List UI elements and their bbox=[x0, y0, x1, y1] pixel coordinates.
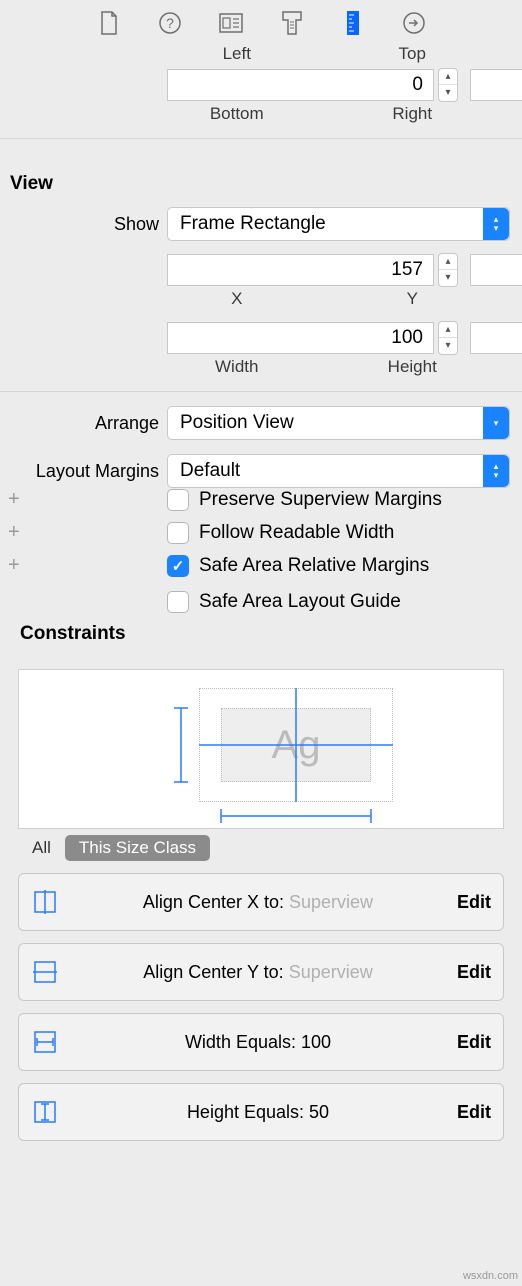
width-input[interactable] bbox=[167, 322, 434, 354]
safe-area-relative-margins-checkbox[interactable]: ✓ bbox=[167, 555, 189, 577]
constraint-desc: Height Equals: 50 bbox=[73, 1102, 443, 1123]
constraint-row[interactable]: Height Equals: 50 Edit bbox=[18, 1083, 504, 1141]
edit-button[interactable]: Edit bbox=[457, 1032, 491, 1053]
constraint-desc: Align Center X to: Superview bbox=[73, 892, 443, 913]
view-section-title: View bbox=[0, 153, 522, 203]
layout-margins-label: Layout Margins bbox=[0, 461, 167, 482]
bottom-label: Bottom bbox=[167, 104, 335, 124]
show-label: Show bbox=[0, 214, 167, 235]
width-constraint-icon bbox=[31, 1028, 59, 1056]
segment-this-size-class[interactable]: This Size Class bbox=[65, 835, 210, 861]
watermark: wsxdn.com bbox=[463, 1270, 518, 1282]
safe-relative-label: Safe Area Relative Margins bbox=[199, 555, 429, 577]
height-label: Height bbox=[335, 357, 511, 377]
constraints-title: Constraints bbox=[0, 613, 522, 651]
inset-value-1[interactable] bbox=[167, 69, 434, 101]
arrange-label: Arrange bbox=[0, 413, 167, 434]
y-label: Y bbox=[335, 289, 511, 309]
stepper[interactable]: ▴▾ bbox=[438, 68, 458, 102]
readable-label: Follow Readable Width bbox=[199, 522, 394, 544]
height-constraint-icon bbox=[31, 1098, 59, 1126]
stepper[interactable]: ▴▾ bbox=[438, 253, 458, 287]
help-inspector-icon[interactable]: ? bbox=[157, 10, 183, 36]
x-label: X bbox=[167, 289, 335, 309]
left-label: Left bbox=[167, 44, 335, 64]
constraint-row[interactable]: Align Center X to: Superview Edit bbox=[18, 873, 504, 931]
edit-button[interactable]: Edit bbox=[457, 892, 491, 913]
layout-margins-popup[interactable]: Default ▴▾ bbox=[167, 454, 510, 488]
add-option-button[interactable]: + bbox=[0, 521, 22, 544]
constraint-row[interactable]: Align Center Y to: Superview Edit bbox=[18, 943, 504, 1001]
size-inspector-icon[interactable] bbox=[340, 10, 366, 36]
connections-inspector-icon[interactable] bbox=[401, 10, 427, 36]
inspector-tab-bar: ? bbox=[0, 0, 522, 48]
stepper[interactable]: ▴▾ bbox=[438, 321, 458, 355]
layout-margins-value: Default bbox=[180, 460, 240, 482]
height-input[interactable] bbox=[470, 322, 522, 354]
constraint-row[interactable]: Width Equals: 100 Edit bbox=[18, 1013, 504, 1071]
file-inspector-icon[interactable] bbox=[96, 10, 122, 36]
x-input[interactable] bbox=[167, 254, 434, 286]
segment-all[interactable]: All bbox=[18, 835, 65, 861]
add-option-button[interactable]: + bbox=[0, 554, 22, 577]
y-input[interactable] bbox=[470, 254, 522, 286]
show-value: Frame Rectangle bbox=[180, 213, 326, 235]
width-label: Width bbox=[167, 357, 335, 377]
top-label: Top bbox=[335, 44, 511, 64]
align-center-y-icon bbox=[31, 958, 59, 986]
align-center-x-icon bbox=[31, 888, 59, 916]
preserve-label: Preserve Superview Margins bbox=[199, 489, 442, 511]
safe-guide-label: Safe Area Layout Guide bbox=[199, 591, 401, 613]
add-option-button[interactable]: + bbox=[0, 488, 22, 511]
constraint-desc: Width Equals: 100 bbox=[73, 1032, 443, 1053]
constraints-preview[interactable]: Ag bbox=[18, 669, 504, 829]
constraint-desc: Align Center Y to: Superview bbox=[73, 962, 443, 983]
size-class-segmented: All This Size Class bbox=[18, 835, 504, 861]
edit-button[interactable]: Edit bbox=[457, 962, 491, 983]
safe-area-layout-guide-checkbox[interactable] bbox=[167, 591, 189, 613]
identity-inspector-icon[interactable] bbox=[218, 10, 244, 36]
attributes-inspector-icon[interactable] bbox=[279, 10, 305, 36]
arrange-value: Position View bbox=[180, 412, 294, 434]
preserve-superview-margins-checkbox[interactable] bbox=[167, 489, 189, 511]
svg-text:?: ? bbox=[166, 15, 174, 31]
show-popup[interactable]: Frame Rectangle ▴▾ bbox=[167, 207, 510, 241]
arrange-popup[interactable]: Position View ▾ bbox=[167, 406, 510, 440]
right-label: Right bbox=[335, 104, 511, 124]
follow-readable-width-checkbox[interactable] bbox=[167, 522, 189, 544]
inset-value-2[interactable] bbox=[470, 69, 522, 101]
edit-button[interactable]: Edit bbox=[457, 1102, 491, 1123]
